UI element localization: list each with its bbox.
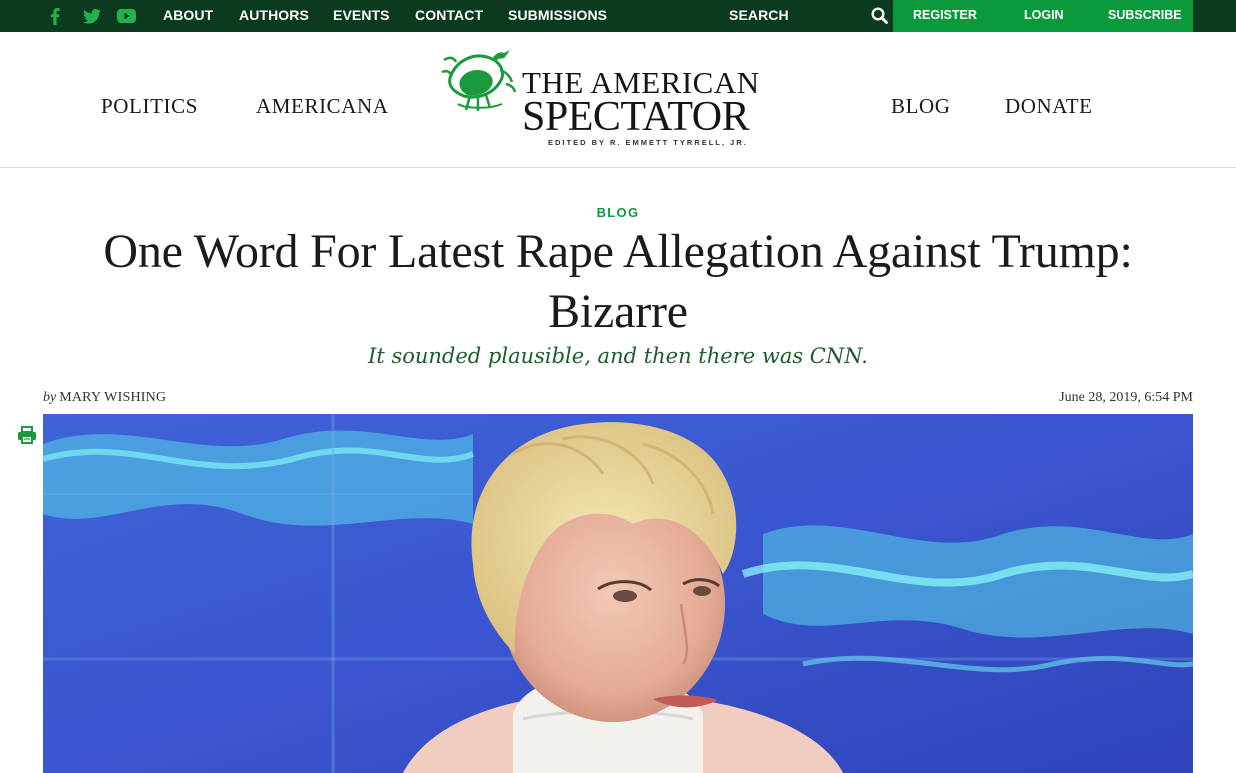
topnav-submissions[interactable]: SUBMISSIONS: [508, 0, 607, 32]
youtube-icon[interactable]: [115, 0, 137, 32]
topnav-contact[interactable]: CONTACT: [415, 0, 483, 32]
top-bar: ABOUT AUTHORS EVENTS CONTACT SUBMISSIONS…: [0, 0, 1236, 32]
nav-donate[interactable]: DONATE: [1005, 94, 1093, 119]
logo-line-2: SPECTATOR: [522, 94, 750, 140]
register-link[interactable]: REGISTER: [913, 0, 977, 32]
twitter-icon[interactable]: [81, 0, 103, 32]
account-links: REGISTER LOGIN SUBSCRIBE: [893, 0, 1193, 32]
facebook-icon[interactable]: [46, 0, 64, 32]
nav-blog[interactable]: BLOG: [891, 94, 951, 119]
search-label[interactable]: SEARCH: [729, 0, 789, 32]
topnav-authors[interactable]: AUTHORS: [239, 0, 309, 32]
login-link[interactable]: LOGIN: [1024, 0, 1064, 32]
article-headline: One Word For Latest Rape Allegation Agai…: [103, 225, 1133, 338]
byline: by MARY WISHING: [43, 390, 166, 406]
nav-americana[interactable]: AMERICANA: [256, 94, 389, 119]
subscribe-link[interactable]: SUBSCRIBE: [1108, 0, 1182, 32]
topnav-about[interactable]: ABOUT: [163, 0, 213, 32]
article-category[interactable]: BLOG: [0, 205, 1236, 220]
nav-politics[interactable]: POLITICS: [101, 94, 198, 119]
hero-image: [43, 414, 1193, 773]
logo-tagline: EDITED BY R. EMMETT TYRRELL, JR.: [548, 138, 748, 147]
print-icon[interactable]: [17, 425, 37, 445]
author-link[interactable]: MARY WISHING: [59, 390, 166, 405]
hero-photo: [43, 414, 1193, 773]
article-subhead: It sounded plausible, and then there was…: [368, 344, 868, 368]
publish-date: June 28, 2019, 6:54 PM: [1059, 390, 1193, 405]
bird-logo-icon: [441, 50, 517, 111]
topnav-events[interactable]: EVENTS: [333, 0, 390, 32]
byline-prefix: by: [43, 390, 57, 405]
search-icon[interactable]: [870, 6, 890, 26]
